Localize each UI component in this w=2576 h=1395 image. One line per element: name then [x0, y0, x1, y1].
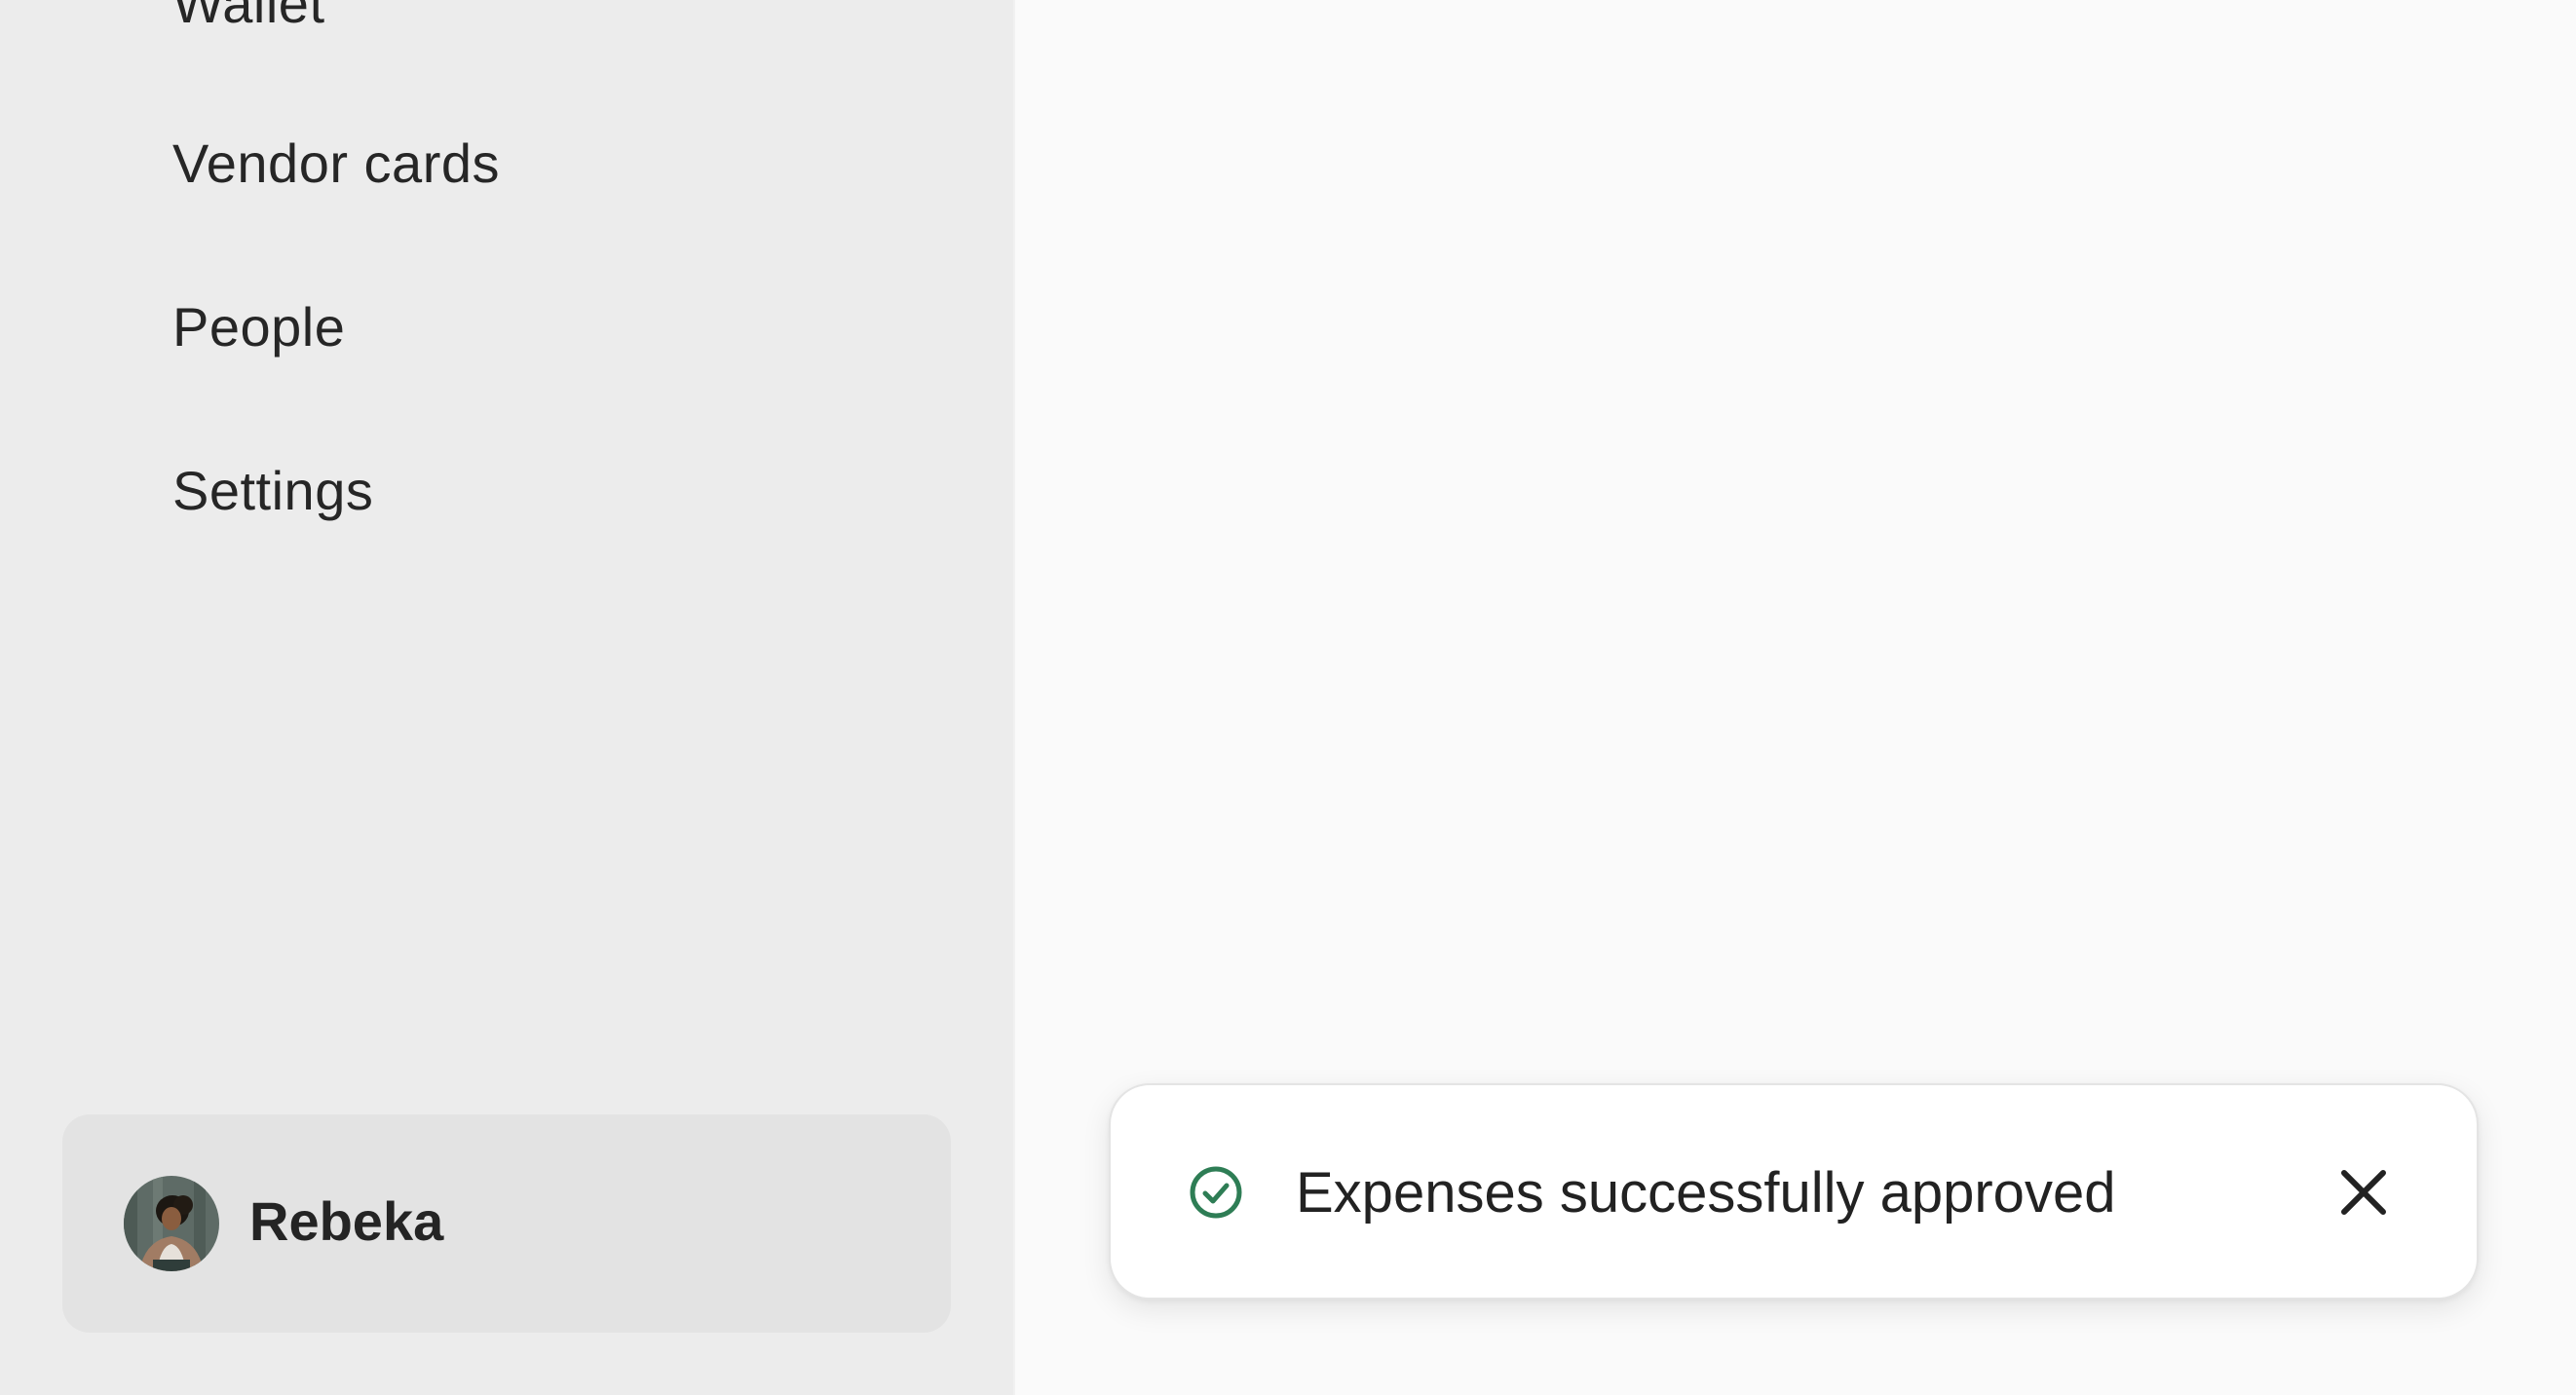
close-icon[interactable]	[2334, 1163, 2393, 1222]
sidebar-item-people[interactable]: People	[172, 300, 345, 355]
sidebar-item-vendor-cards[interactable]: Vendor cards	[172, 136, 500, 191]
user-name: Rebeka	[249, 1190, 444, 1252]
sidebar-divider	[1013, 0, 1015, 1395]
sidebar-item-wallet[interactable]: Wallet	[172, 0, 325, 31]
avatar	[124, 1176, 219, 1271]
sidebar: Wallet Vendor cards People Settings Rebe…	[0, 0, 1013, 1395]
check-circle-icon	[1190, 1166, 1242, 1219]
sidebar-item-settings[interactable]: Settings	[172, 464, 373, 518]
success-toast: Expenses successfully approved	[1109, 1083, 2479, 1300]
user-profile-button[interactable]: Rebeka	[62, 1114, 951, 1333]
toast-message: Expenses successfully approved	[1296, 1161, 2116, 1225]
